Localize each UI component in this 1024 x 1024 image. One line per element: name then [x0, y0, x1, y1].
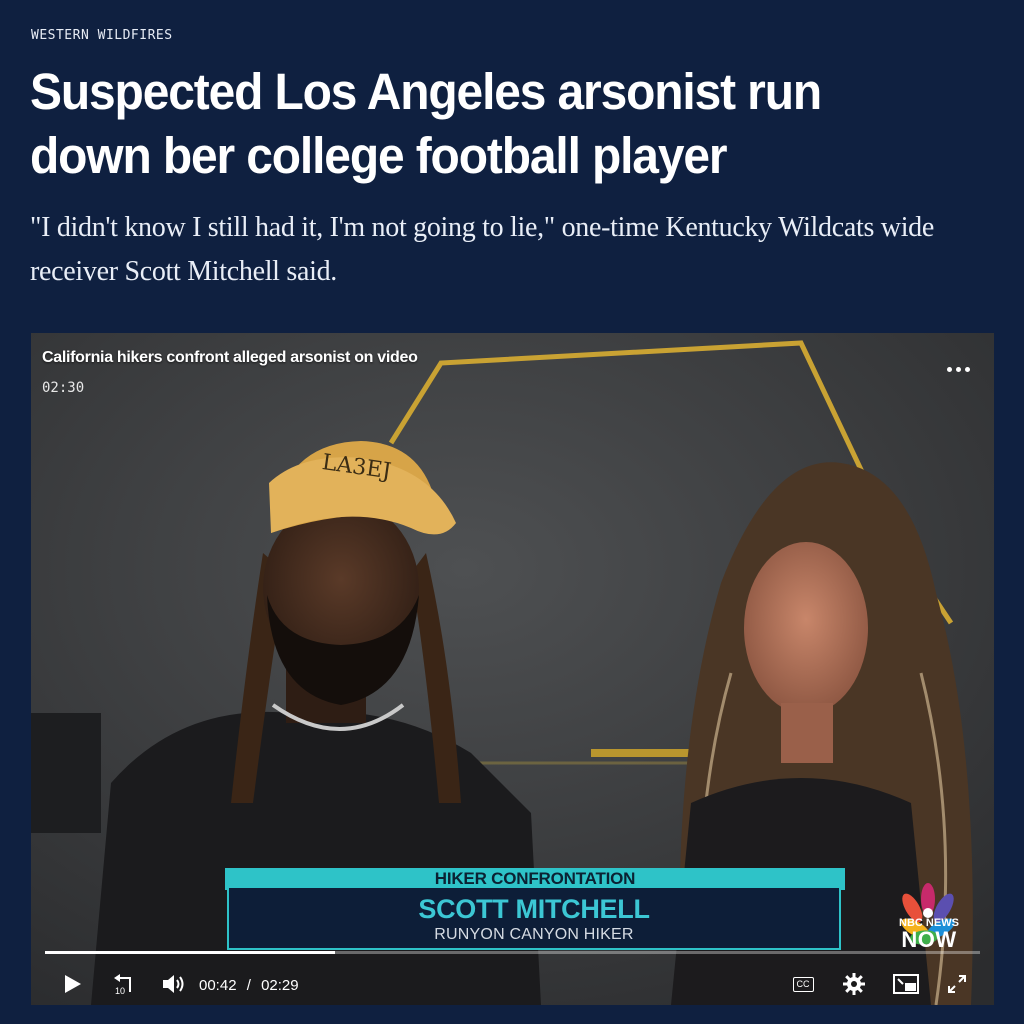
video-title[interactable]: California hikers confront alleged arson…	[42, 349, 418, 367]
play-button[interactable]	[57, 969, 87, 999]
player-controls: 10 00:42 / 02:29 CC	[31, 963, 994, 1005]
picture-in-picture-button[interactable]	[891, 969, 921, 999]
more-options-button[interactable]	[942, 361, 974, 377]
rewind-10-button[interactable]: 10	[107, 969, 141, 999]
rewind-10-icon: 10	[114, 974, 131, 996]
lower-third-role: RUNYON CANYON HIKER	[434, 926, 634, 943]
logo-line-2: NOW	[901, 927, 957, 952]
lower-third-topic: HIKER CONFRONTATION	[225, 868, 845, 890]
gear-icon	[843, 973, 865, 995]
section-label[interactable]: WESTERN WILDFIRES	[31, 28, 173, 43]
nbc-news-now-logo: NBC NEWS NOW	[891, 918, 967, 951]
video-duration: 02:30	[42, 380, 85, 396]
time-separator: /	[246, 977, 251, 994]
volume-icon	[163, 975, 184, 993]
dot-icon	[946, 366, 952, 372]
picture-in-picture-icon	[893, 974, 919, 994]
current-time: 00:42	[199, 977, 237, 994]
play-icon	[65, 975, 81, 993]
total-time: 02:29	[261, 977, 299, 994]
fullscreen-button[interactable]	[942, 969, 972, 999]
article-dek: "I didn't know I still had it, I'm not g…	[30, 212, 934, 287]
volume-button[interactable]	[159, 969, 189, 999]
article-page: WESTERN WILDFIRES Suspected Los Angeles …	[0, 0, 1024, 1024]
fullscreen-icon	[948, 975, 966, 993]
video-player[interactable]: LA3EJ California hikers confront alleged…	[31, 333, 994, 1005]
lower-third-name: SCOTT MITCHELL	[418, 894, 650, 924]
article-headline: Suspected Los Angeles arsonist run down …	[30, 63, 822, 184]
progress-bar[interactable]	[45, 951, 980, 954]
captions-button[interactable]: CC	[788, 969, 818, 999]
lower-third-caption: HIKER CONFRONTATION SCOTT MITCHELL RUNYO…	[225, 868, 845, 952]
settings-button[interactable]	[839, 969, 869, 999]
playback-time: 00:42 / 02:29	[199, 977, 299, 994]
cc-label: CC	[796, 978, 810, 989]
progress-fill	[45, 951, 335, 954]
cc-icon: CC	[792, 976, 814, 992]
dot-icon	[964, 366, 970, 372]
rewind-label: 10	[115, 986, 125, 996]
dot-icon	[955, 366, 961, 372]
lower-third-box: SCOTT MITCHELL RUNYON CANYON HIKER	[227, 888, 841, 950]
